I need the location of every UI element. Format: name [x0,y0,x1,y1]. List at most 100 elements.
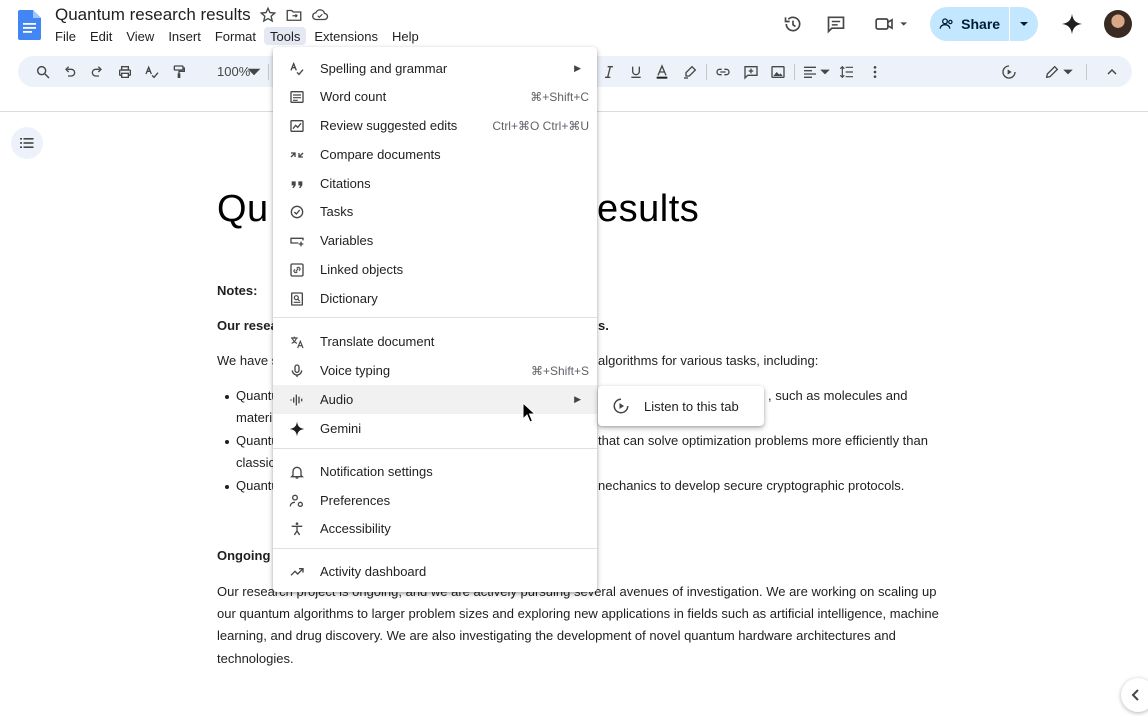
menu-tools[interactable]: Tools [264,27,307,45]
menu-extensions[interactable]: Extensions [308,27,384,45]
gemini-sparkle-icon[interactable] [1060,12,1084,36]
menu-item-tasks[interactable]: Tasks [273,197,597,226]
paint-format-icon[interactable] [170,63,188,81]
audio-icon [288,391,306,409]
menu-item-accessibility[interactable]: Accessibility [273,514,597,543]
underline-icon[interactable] [627,63,645,81]
menu-separator [273,548,597,549]
redo-icon[interactable] [88,63,106,81]
docs-logo-icon[interactable] [18,10,41,40]
print-icon[interactable] [116,63,134,81]
people-icon [939,18,953,29]
menu-file[interactable]: File [49,27,82,45]
check-circle-icon [288,203,306,221]
version-history-icon[interactable] [781,12,805,36]
compare-icon [288,146,306,164]
hide-menus-chevron-up-icon[interactable] [1103,63,1121,81]
side-panel-toggle[interactable] [1121,678,1148,712]
share-main[interactable]: Share [930,7,1011,41]
menu-format[interactable]: Format [209,27,262,45]
star-icon[interactable] [259,6,277,24]
align-caret-icon[interactable] [819,63,831,81]
paragraph-left: We have s [217,353,279,368]
menu-item-variables[interactable]: Variables [273,226,597,255]
document-outline-button[interactable] [11,127,43,159]
quote-icon [288,175,306,193]
share-dropdown[interactable] [1010,7,1038,41]
share-button[interactable]: Share [930,7,1038,41]
bullet-2-line2: classic [236,455,276,470]
toolbar-divider [706,64,707,80]
bullet-dot [225,440,229,444]
paragraph-line: technologies. [217,651,294,666]
cloud-status-icon[interactable] [311,6,329,24]
menu-item-dictionary[interactable]: Dictionary [273,284,597,313]
menu-item-review-edits[interactable]: Review suggested edits Ctrl+⌘O Ctrl+⌘U [273,111,597,140]
submenu-item-listen[interactable]: Listen to this tab [598,386,764,426]
menu-item-preferences[interactable]: Preferences [273,486,597,515]
bullet-1-right: , such as molecules and [768,388,908,403]
paragraph-right: algorithms for various tasks, including: [598,353,819,368]
menu-item-activity-dashboard[interactable]: Activity dashboard [273,557,597,586]
translate-icon [288,333,306,351]
line-spacing-icon[interactable] [838,63,856,81]
toolbar-divider [268,64,269,80]
section-heading-right: s. [598,318,609,333]
menu-item-spelling[interactable]: Spelling and grammar ▶ [273,54,597,83]
menu-item-translate[interactable]: Translate document [273,327,597,356]
bullet-1-line2: materi [236,410,273,425]
menu-item-citations[interactable]: Citations [273,169,597,198]
document-title[interactable]: Quantum research results [55,5,251,25]
menu-item-word-count[interactable]: Word count ⌘+Shift+C [273,82,597,111]
align-icon[interactable] [801,63,819,81]
bell-icon [288,463,306,481]
bullet-dot [225,485,229,489]
undo-icon[interactable] [61,63,79,81]
menu-item-compare[interactable]: Compare documents [273,140,597,169]
spellcheck-icon [288,60,306,78]
variables-icon [288,232,306,250]
spellcheck-toolbar-icon[interactable] [143,63,161,81]
document-heading-left: Qu [217,188,269,230]
bullet-dot [225,395,229,399]
text-color-icon[interactable] [653,63,671,81]
comments-icon[interactable] [824,12,848,36]
caret-down-icon [1020,22,1029,26]
review-edits-icon [288,117,306,135]
zoom-caret-icon[interactable] [245,63,263,81]
menu-item-audio[interactable]: Audio ▶ [273,385,597,414]
audio-submenu: Listen to this tab [598,386,764,426]
menu-item-notifications[interactable]: Notification settings [273,457,597,486]
listen-icon [613,398,629,414]
document-heading-right: esults [597,188,700,230]
notes-label: Notes: [217,283,258,298]
editing-mode-icon[interactable] [1043,63,1061,81]
bullet-3-right: nechanics to develop secure cryptographi… [598,478,905,493]
menu-edit[interactable]: Edit [84,27,118,45]
share-label: Share [961,16,1001,32]
menu-view[interactable]: View [120,27,160,45]
listen-toolbar-icon[interactable] [1000,63,1018,81]
menu-item-voice-typing[interactable]: Voice typing ⌘+Shift+S [273,356,597,385]
menu-bar: File Edit View Insert Format Tools Exten… [49,27,427,45]
section-heading-left: Our resea [217,318,278,333]
add-comment-icon[interactable] [742,63,760,81]
editing-mode-caret-icon[interactable] [1062,63,1074,81]
menu-item-gemini[interactable]: Gemini [273,414,597,443]
more-options-icon[interactable] [866,63,884,81]
insert-link-icon[interactable] [714,63,732,81]
insert-image-icon[interactable] [769,63,787,81]
menu-item-linked-objects[interactable]: Linked objects [273,255,597,284]
move-folder-icon[interactable] [285,6,303,24]
tools-menu: Spelling and grammar ▶ Word count ⌘+Shif… [273,47,597,592]
search-menus-icon[interactable] [34,63,52,81]
paragraph-line: learning, and drug discovery. We are als… [217,628,896,643]
meet-icon[interactable] [870,12,914,36]
submenu-arrow-icon: ▶ [574,394,581,404]
trending-icon [288,563,306,581]
avatar[interactable] [1104,10,1132,38]
highlight-icon[interactable] [681,63,699,81]
menu-help[interactable]: Help [386,27,425,45]
italic-icon[interactable] [600,63,618,81]
menu-insert[interactable]: Insert [162,27,207,45]
